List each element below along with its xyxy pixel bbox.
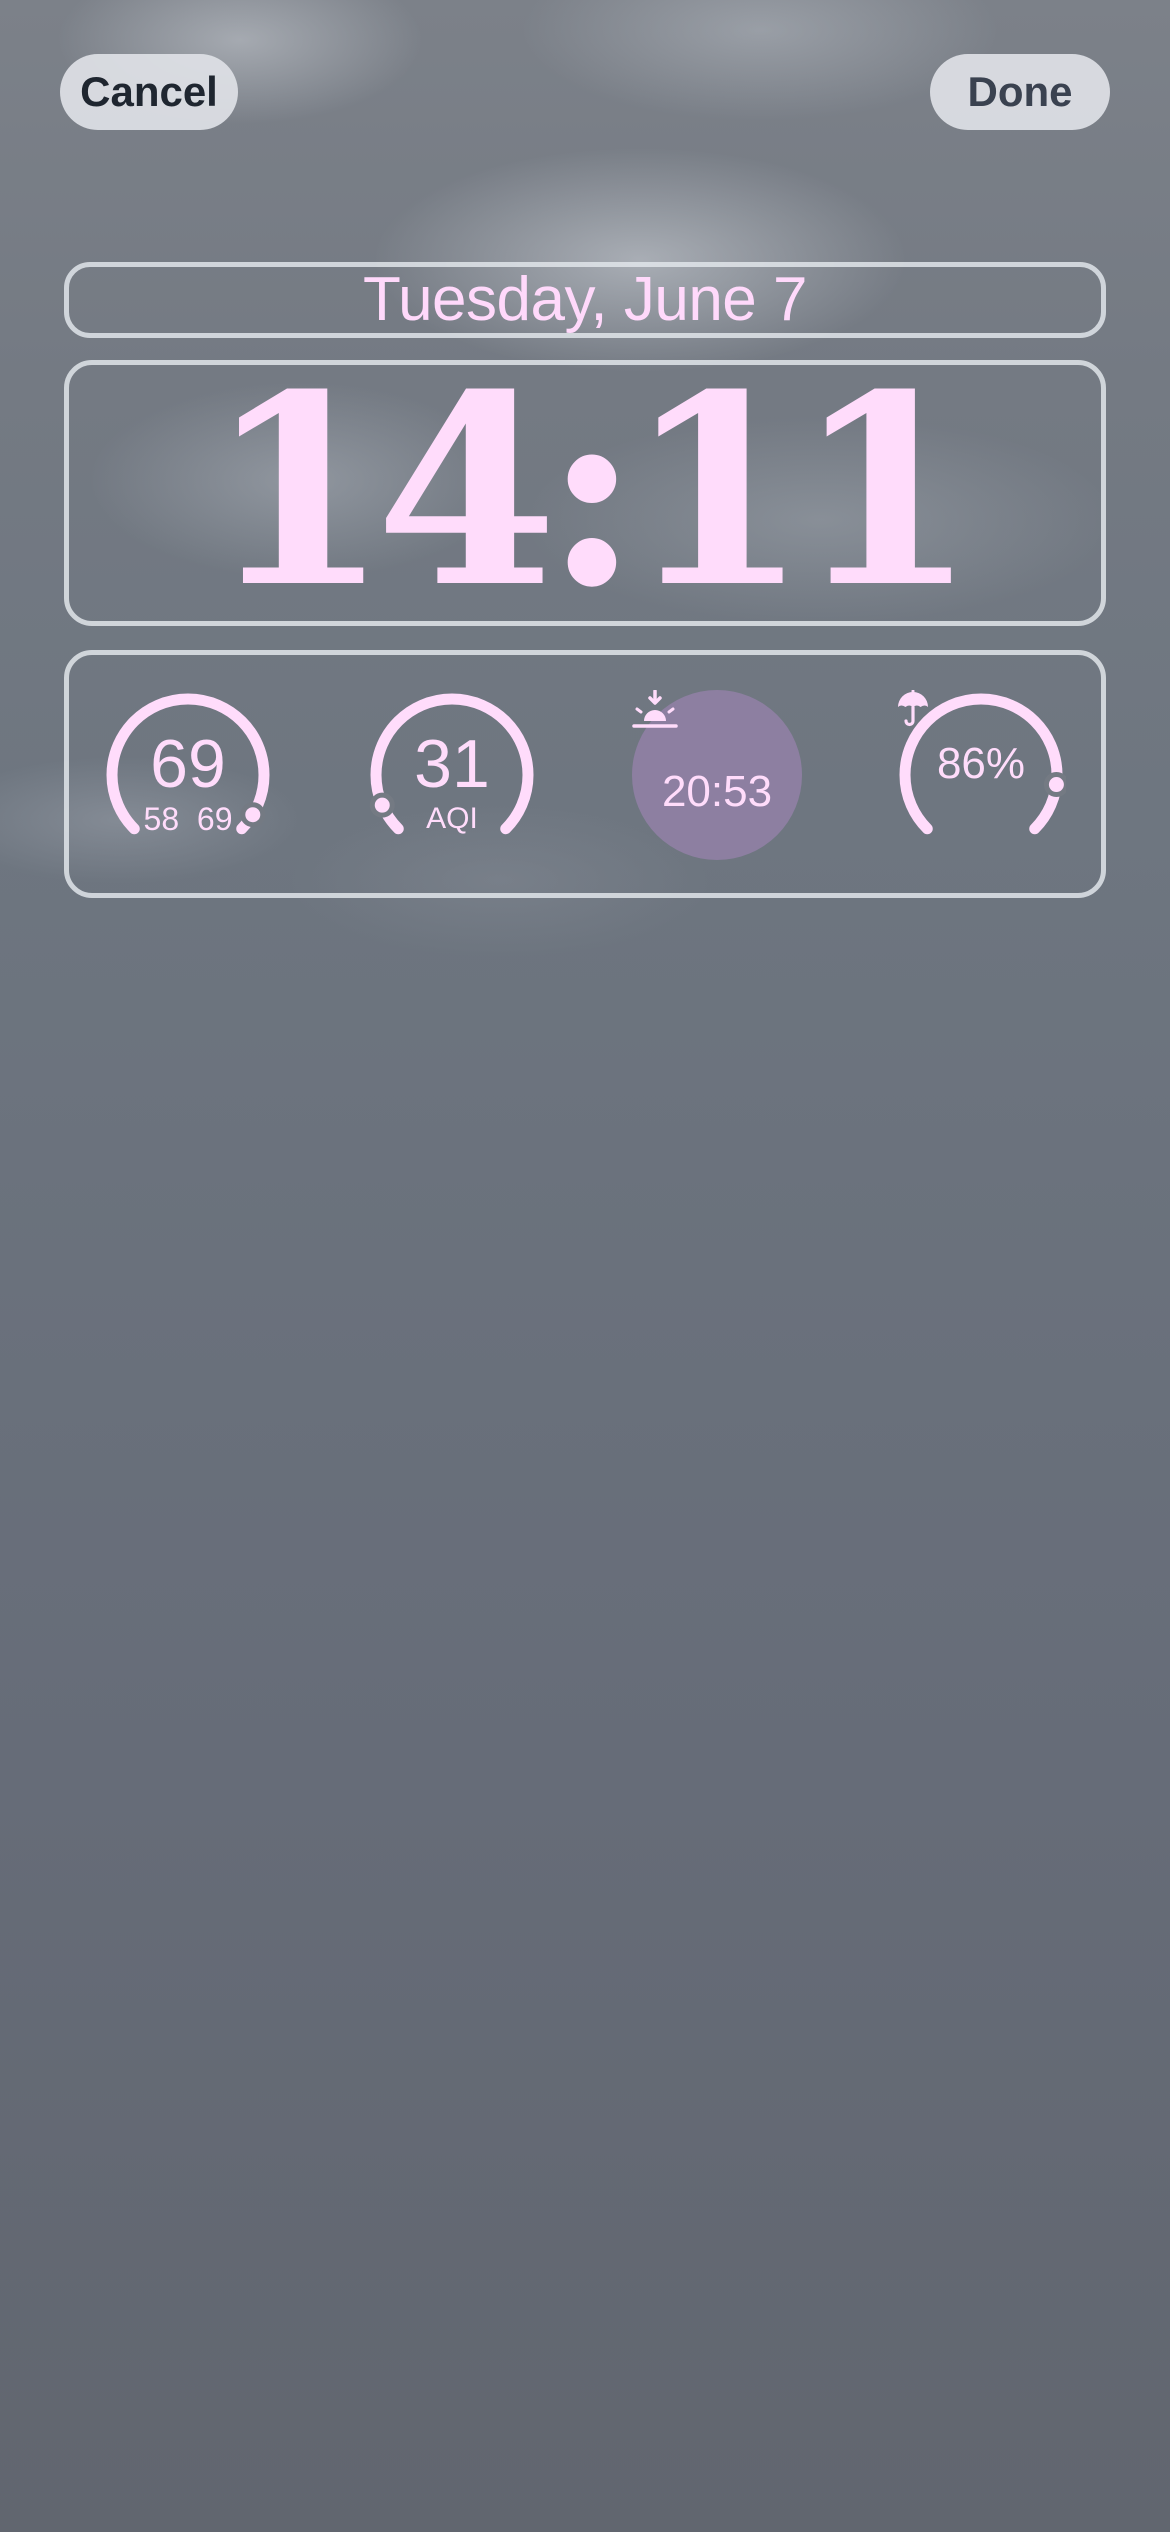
temperature-range: 58 69 bbox=[103, 802, 273, 836]
sunset-time: 20:53 bbox=[661, 767, 773, 816]
aqi-value: 31 bbox=[414, 726, 490, 802]
temperature-high: 69 bbox=[196, 801, 233, 837]
umbrella-icon bbox=[898, 690, 928, 727]
cancel-button[interactable]: Cancel bbox=[60, 54, 238, 130]
air-quality-widget[interactable]: 31 AQI bbox=[367, 690, 537, 860]
clock-time: 14:11 bbox=[207, 337, 977, 645]
sunset-icon bbox=[632, 690, 678, 728]
temperature-current: 69 bbox=[150, 726, 226, 802]
date-label: Tuesday, June 7 bbox=[363, 265, 808, 334]
rain-chance-value: 86% bbox=[936, 739, 1026, 788]
temperature-widget[interactable]: 69 58 69 bbox=[103, 690, 273, 860]
date-frame[interactable]: Tuesday, June 7 bbox=[64, 262, 1106, 338]
done-button[interactable]: Done bbox=[930, 54, 1110, 130]
sunset-widget[interactable]: 20:53 bbox=[632, 690, 802, 860]
rain-chance-widget[interactable]: 86% bbox=[896, 690, 1066, 860]
aqi-label: AQI bbox=[426, 802, 478, 835]
temperature-low: 58 bbox=[143, 801, 180, 837]
